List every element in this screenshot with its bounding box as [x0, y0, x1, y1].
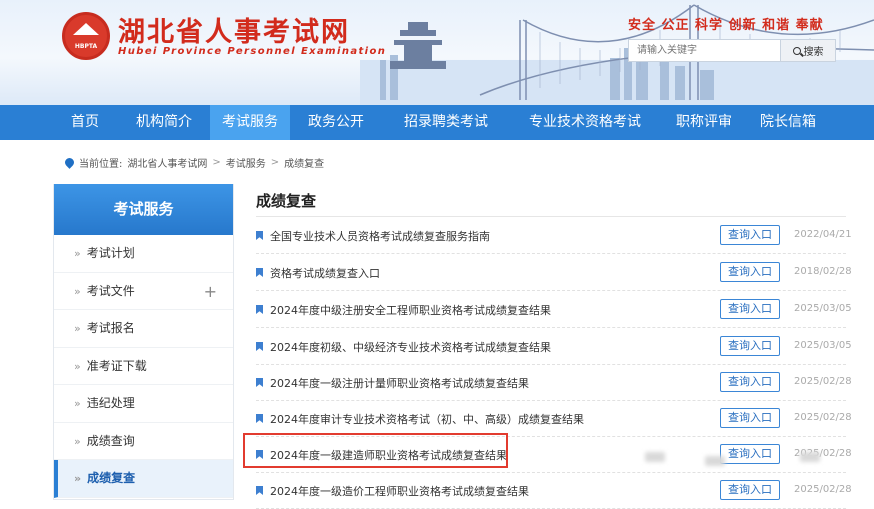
list-item-title[interactable]: 2024年度一级注册计量师职业资格考试成绩复查结果 [270, 375, 529, 391]
blurred-watermark [645, 452, 665, 462]
sidebar-item-label: 考试文件 [86, 283, 135, 298]
sidebar-item-label: 违纪处理 [86, 396, 135, 410]
search-button-label: 搜索 [803, 47, 824, 58]
query-entry-button[interactable]: 查询入口 [720, 262, 780, 282]
chevron-right-icon: » [74, 434, 81, 448]
list-item: 资格考试成绩复查入口 查询入口 2018/02/28 [256, 254, 852, 291]
list-item: 全国专业技术人员资格考试成绩复查服务指南 查询入口 2022/04/21 [256, 217, 852, 254]
breadcrumb-exam-service[interactable]: 考试服务 [226, 155, 266, 170]
site-slogan: 安全 公正 科学 创新 和谐 奉献 [628, 18, 824, 33]
list-item-title[interactable]: 2024年度一级造价工程师职业资格考试成绩复查结果 [270, 483, 529, 499]
query-entry-button[interactable]: 查询入口 [720, 408, 780, 428]
list-item-date: 2025/03/05 [794, 340, 852, 351]
query-entry-button[interactable]: 查询入口 [720, 336, 780, 356]
chevron-right-icon: » [74, 247, 81, 260]
list-item-title[interactable]: 2024年度初级、中级经济专业技术资格考试成绩复查结果 [270, 339, 551, 355]
breadcrumb-home[interactable]: 湖北省人事考试网 [127, 155, 207, 170]
bookmark-icon [256, 342, 263, 351]
sidebar-item-label: 成绩复查 [87, 471, 136, 485]
highlight-box [243, 433, 508, 468]
search-button[interactable]: 搜索 [780, 40, 835, 61]
breadcrumb-current[interactable]: 成绩复查 [284, 155, 324, 170]
list-item: 2024年度一级注册计量师职业资格考试成绩复查结果 查询入口 2025/02/2… [256, 364, 852, 401]
sidebar-item-admission-ticket[interactable]: » 准考证下载 [54, 348, 233, 385]
sidebar-item-label: 考试计划 [86, 246, 135, 260]
location-pin-icon [63, 156, 76, 169]
query-entry-button[interactable]: 查询入口 [720, 480, 780, 500]
sidebar-item-exam-plan[interactable]: » 考试计划 [54, 235, 233, 273]
chevron-right-icon: » [74, 322, 81, 335]
bookmark-icon [256, 231, 263, 240]
nav-president-mailbox[interactable]: 院长信箱 [748, 105, 828, 140]
blurred-watermark [705, 456, 725, 466]
nav-title-evaluation[interactable]: 职称评审 [660, 105, 748, 140]
breadcrumb-separator: > [212, 157, 221, 168]
nav-government-affairs[interactable]: 政务公开 [290, 105, 382, 140]
list-item-date: 2025/02/28 [794, 376, 852, 387]
sidebar-item-score-query[interactable]: » 成绩查询 [54, 423, 233, 460]
sidebar-heading: 考试服务 [54, 184, 233, 235]
bookmark-icon [256, 378, 263, 387]
list-item: 2024年度一级造价工程师职业资格考试成绩复查结果 查询入口 2025/02/2… [256, 472, 852, 509]
logo-roof-icon [73, 23, 99, 35]
chevron-right-icon: » [74, 284, 81, 298]
sidebar-item-registration[interactable]: » 考试报名 [54, 310, 233, 348]
list-item-date: 2018/02/28 [794, 266, 852, 277]
chevron-right-icon: » [74, 397, 81, 410]
list-item-date: 2025/02/28 [794, 412, 852, 423]
chevron-right-icon: » [74, 472, 82, 485]
nav-professional-qualification[interactable]: 专业技术资格考试 [510, 105, 660, 140]
nav-about[interactable]: 机构简介 [118, 105, 210, 140]
sidebar-item-label: 考试报名 [86, 321, 135, 335]
search-input[interactable] [629, 40, 780, 61]
blurred-watermark [800, 452, 820, 462]
nav-home[interactable]: 首页 [52, 105, 118, 140]
site-logo[interactable]: HBPTA [62, 12, 110, 60]
chevron-right-icon: » [74, 359, 81, 373]
breadcrumb-separator: > [270, 157, 280, 168]
bookmark-icon [256, 268, 263, 277]
site-subtitle: Hubei Province Personnel Examination [118, 46, 387, 57]
bookmark-icon [256, 414, 263, 423]
sidebar-item-score-review[interactable]: » 成绩复查 [54, 460, 233, 498]
site-title[interactable]: 湖北省人事考试网 [118, 10, 350, 49]
sidebar-item-exam-documents[interactable]: » 考试文件 + [54, 273, 233, 311]
query-entry-button[interactable]: 查询入口 [720, 444, 780, 464]
search-icon [792, 46, 801, 55]
expand-plus-icon[interactable]: + [204, 273, 217, 311]
sidebar: 考试服务 » 考试计划 » 考试文件 + » 考试报名 » 准考证下载 » 违纪处理 » 成绩… [53, 184, 234, 500]
list-item: 2024年度初级、中级经济专业技术资格考试成绩复查结果 查询入口 2025/03… [256, 328, 852, 365]
list-item: 2024年度中级注册安全工程师职业资格考试成绩复查结果 查询入口 2025/03… [256, 291, 852, 328]
search-box: 搜索 [628, 39, 836, 62]
sidebar-item-label: 准考证下载 [86, 358, 147, 373]
sidebar-item-label: 成绩查询 [86, 433, 135, 448]
list-item-title[interactable]: 2024年度审计专业技术资格考试（初、中、高级）成绩复查结果 [270, 411, 584, 427]
list-item: 2024年度审计专业技术资格考试（初、中、高级）成绩复查结果 查询入口 2025… [256, 400, 852, 437]
query-entry-button[interactable]: 查询入口 [720, 299, 780, 319]
query-entry-button[interactable]: 查询入口 [720, 372, 780, 392]
list-item-title[interactable]: 2024年度中级注册安全工程师职业资格考试成绩复查结果 [270, 302, 551, 318]
list-item-title[interactable]: 全国专业技术人员资格考试成绩复查服务指南 [270, 228, 490, 244]
nav-recruitment-exams[interactable]: 招录聘类考试 [382, 105, 510, 140]
list-item-date: 2025/03/05 [794, 303, 852, 314]
list-item-title[interactable]: 资格考试成绩复查入口 [270, 265, 380, 281]
main-nav: 首页 机构简介 考试服务 政务公开 招录聘类考试 专业技术资格考试 职称评审 院… [0, 105, 874, 140]
breadcrumb: 当前位置: 湖北省人事考试网 > 考试服务 > 成绩复查 [63, 155, 324, 170]
list-item-date: 2022/04/21 [794, 229, 852, 240]
breadcrumb-prefix: 当前位置: [79, 159, 123, 170]
list-item-date: 2025/02/28 [794, 484, 852, 495]
nav-exam-service[interactable]: 考试服务 [210, 105, 290, 140]
bookmark-icon [256, 486, 263, 495]
query-entry-button[interactable]: 查询入口 [720, 225, 780, 245]
page-title: 成绩复查 [256, 192, 317, 210]
logo-text: HBPTA [74, 43, 98, 50]
site-header: HBPTA 湖北省人事考试网 Hubei Province Personnel … [0, 0, 874, 105]
bookmark-icon [256, 305, 263, 314]
sidebar-item-violations[interactable]: » 违纪处理 [54, 385, 233, 423]
